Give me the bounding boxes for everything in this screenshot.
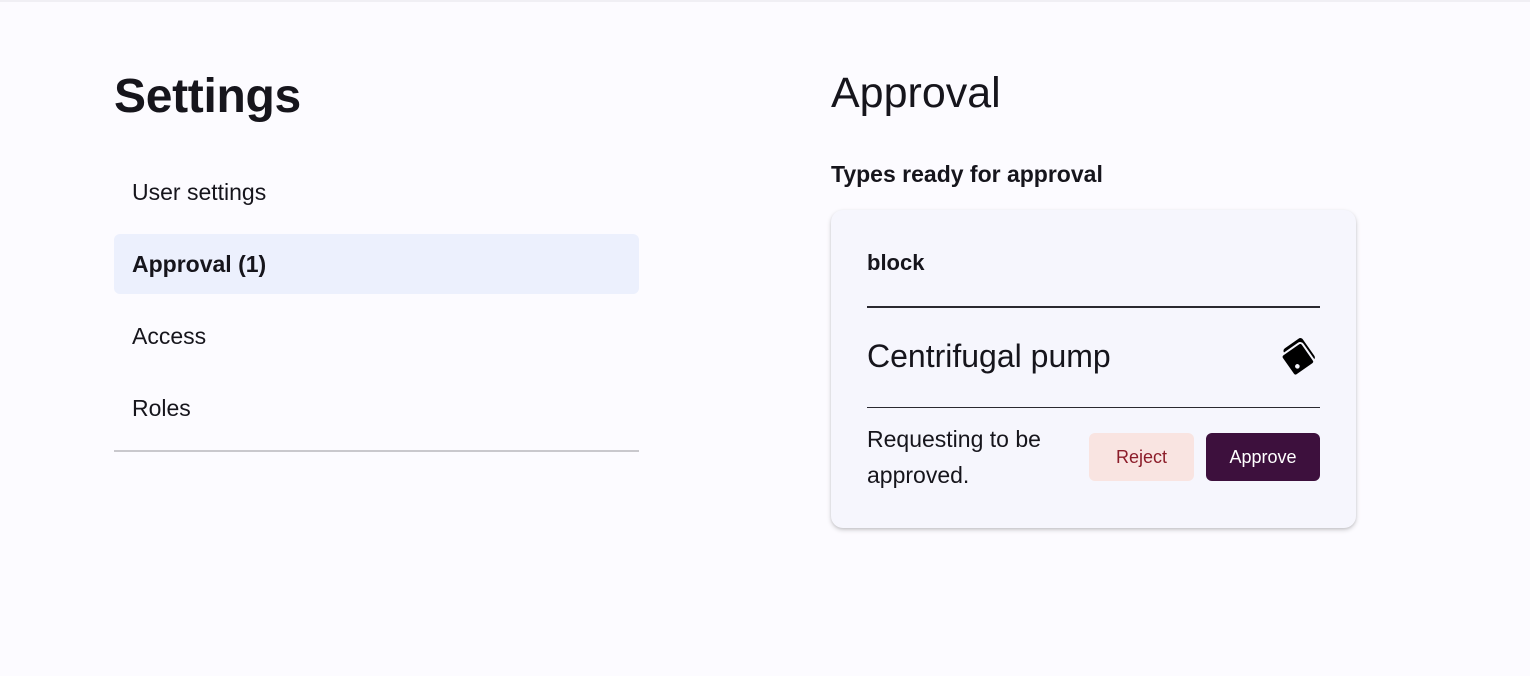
nav-item-approval[interactable]: Approval (1): [114, 234, 639, 294]
card-divider: [867, 407, 1320, 408]
settings-nav: User settings Approval (1) Access Roles: [114, 162, 639, 452]
subsection-title: Types ready for approval: [831, 161, 1103, 187]
section-title: Approval: [831, 69, 1001, 117]
card-status-text: Requesting to be approved.: [867, 426, 1041, 488]
page-title: Settings: [114, 70, 301, 123]
card-type-label: block: [867, 250, 925, 275]
tags-icon: [1280, 338, 1316, 375]
nav-item-access[interactable]: Access: [114, 306, 639, 366]
card-item-name: Centrifugal pump: [867, 338, 1111, 374]
approve-button[interactable]: Approve: [1206, 433, 1320, 481]
reject-button[interactable]: Reject: [1089, 433, 1194, 481]
nav-item-roles[interactable]: Roles: [114, 378, 639, 438]
approval-card: block Centrifugal pump Requesting to be …: [831, 210, 1356, 528]
top-border: [0, 0, 1530, 2]
nav-item-user-settings[interactable]: User settings: [114, 162, 639, 222]
card-divider: [867, 306, 1320, 308]
